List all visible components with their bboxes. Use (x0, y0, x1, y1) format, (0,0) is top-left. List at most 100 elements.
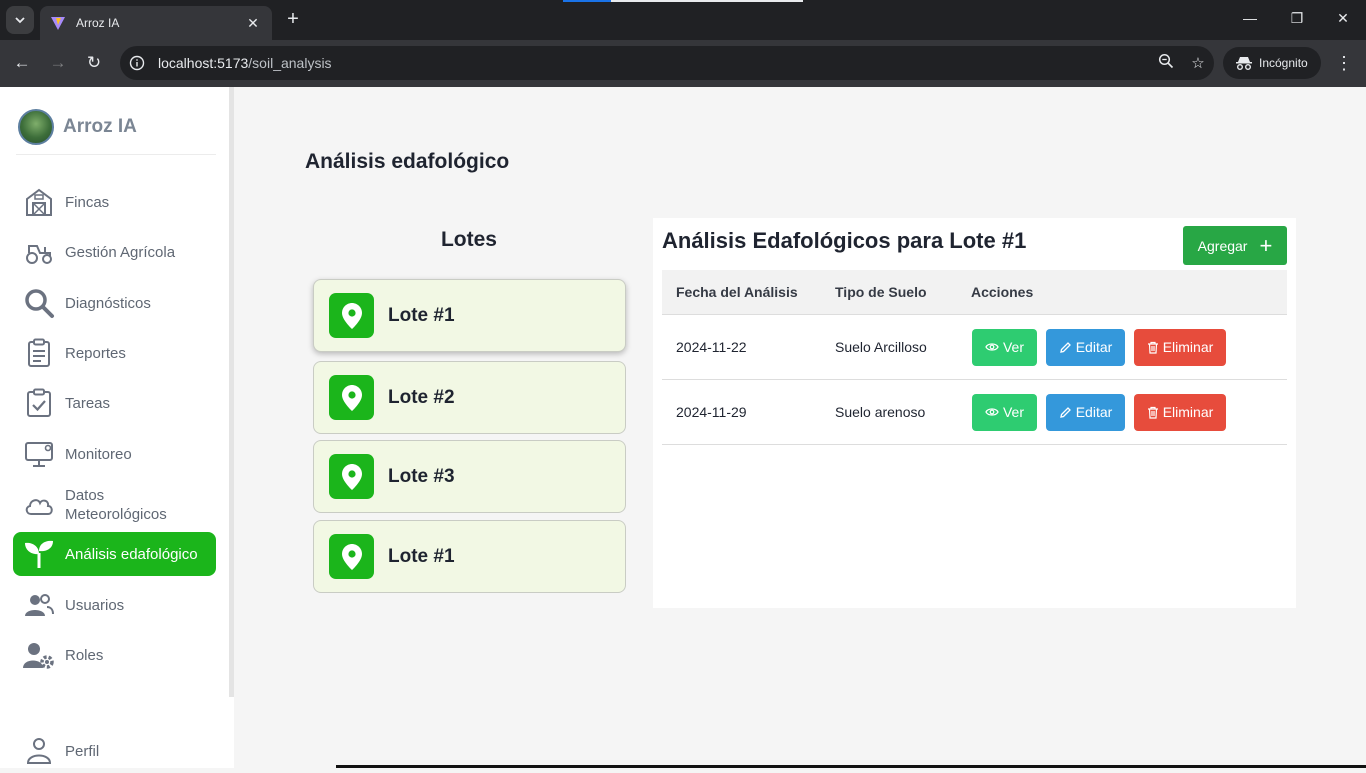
map-pin-icon (329, 534, 374, 579)
map-pin-icon (329, 375, 374, 420)
browser-tab[interactable]: Arroz IA ✕ (40, 6, 272, 40)
pencil-icon (1059, 406, 1071, 418)
lote-name: Lote #1 (388, 545, 455, 567)
cloud-icon (23, 489, 55, 521)
brand-logo (18, 109, 54, 145)
view-button[interactable]: Ver (972, 393, 1037, 431)
row-actions: Ver Editar Eliminar (958, 328, 1287, 366)
barn-icon (23, 186, 55, 218)
sidebar-item-roles[interactable]: Roles (13, 633, 216, 677)
new-tab-button[interactable]: + (282, 9, 304, 31)
row-actions: Ver Editar Eliminar (958, 393, 1287, 431)
sidebar-item-label: Perfil (65, 742, 100, 760)
sidebar: Arroz IA Fincas Gestión Agrícola Diagnós… (0, 87, 234, 768)
eye-icon (985, 408, 999, 416)
trash-icon (1147, 341, 1158, 354)
zoom-icon[interactable] (1150, 53, 1182, 73)
loading-indicator (563, 0, 803, 2)
sidebar-item-usuarios[interactable]: Usuarios (13, 583, 216, 627)
sidebar-item-label: Fincas (65, 193, 110, 211)
incognito-badge[interactable]: Incógnito (1223, 47, 1321, 79)
brand[interactable]: Arroz IA (18, 109, 137, 145)
view-label: Ver (1002, 404, 1024, 420)
trash-icon (1147, 406, 1158, 419)
browser-menu-icon[interactable]: ⋮ (1334, 52, 1354, 76)
back-arrow-icon[interactable]: ← (10, 52, 34, 76)
chevron-down-icon (15, 17, 25, 24)
sidebar-item-label: Gestión Agrícola (65, 243, 176, 261)
delete-label: Eliminar (1162, 404, 1214, 420)
table-header: Fecha del Análisis Tipo de Suelo Accione… (662, 270, 1287, 315)
app-root: Arroz IA Fincas Gestión Agrícola Diagnós… (0, 87, 1366, 768)
table-row: 2024-11-29 Suelo arenoso Ver Editar Elim… (662, 380, 1287, 445)
sidebar-item-analisis-edafologico[interactable]: Análisis edafológico (13, 532, 216, 576)
lote-card[interactable]: Lote #1 (313, 279, 626, 352)
restore-icon[interactable]: ❐ (1287, 10, 1307, 27)
analysis-title: Análisis Edafológicos para Lote #1 (662, 228, 1027, 253)
lotes-title: Lotes (440, 228, 497, 251)
user-gear-icon (23, 639, 55, 671)
lotes-panel: Lotes Lote #1 Lote #2 Lote #3 Lote #1 (305, 218, 633, 598)
address-bar[interactable]: localhost:5173/soil_analysis ☆ (120, 46, 1214, 80)
map-pin-icon (329, 293, 374, 338)
add-analysis-button[interactable]: Agregar + (1183, 226, 1287, 265)
sidebar-item-label: Análisis edafológico (65, 545, 198, 563)
tab-title: Arroz IA (76, 16, 120, 30)
view-label: Ver (1002, 339, 1024, 355)
edit-button[interactable]: Editar (1046, 393, 1125, 431)
delete-button[interactable]: Eliminar (1134, 393, 1226, 431)
add-button-label: Agregar (1197, 237, 1248, 254)
lote-name: Lote #1 (388, 304, 455, 326)
sidebar-item-fincas[interactable]: Fincas (13, 180, 216, 224)
site-info-icon[interactable] (124, 50, 150, 76)
eye-icon (985, 343, 999, 351)
sidebar-item-label: Reportes (65, 344, 126, 362)
analysis-date: 2024-11-22 (676, 339, 747, 355)
edit-label: Editar (1075, 339, 1113, 355)
lote-card[interactable]: Lote #3 (313, 440, 626, 513)
lote-card[interactable]: Lote #2 (313, 361, 626, 434)
tab-search-button[interactable] (6, 6, 34, 34)
sidebar-scrollbar[interactable] (229, 87, 234, 697)
minimize-icon[interactable]: — (1240, 10, 1260, 26)
lote-name: Lote #3 (388, 465, 455, 487)
view-button[interactable]: Ver (972, 328, 1037, 366)
table-row: 2024-11-22 Suelo Arcilloso Ver Editar El… (662, 315, 1287, 380)
sidebar-item-label: Roles (65, 646, 104, 664)
analysis-panel: Análisis Edafológicos para Lote #1 Agreg… (653, 218, 1296, 608)
soil-type: Suelo Arcilloso (835, 339, 927, 355)
edit-label: Editar (1075, 404, 1113, 420)
delete-label: Eliminar (1162, 339, 1214, 355)
edit-button[interactable]: Editar (1046, 328, 1125, 366)
sidebar-item-label: Datos Meteorológicos (65, 487, 167, 523)
sidebar-item-diagnosticos[interactable]: Diagnósticos (13, 281, 216, 325)
close-window-icon[interactable]: ✕ (1333, 10, 1353, 27)
vite-logo-icon (51, 17, 65, 30)
sprout-icon (23, 538, 55, 570)
forward-arrow-icon[interactable]: → (46, 52, 70, 76)
delete-button[interactable]: Eliminar (1134, 328, 1226, 366)
lote-name: Lote #2 (388, 386, 455, 408)
clipboard-icon (23, 337, 55, 369)
sidebar-item-reportes[interactable]: Reportes (13, 331, 216, 375)
brand-name: Arroz IA (63, 116, 137, 137)
sidebar-item-monitoreo[interactable]: Monitoreo (13, 432, 216, 476)
close-tab-icon[interactable]: ✕ (244, 15, 262, 32)
pencil-icon (1059, 341, 1071, 353)
column-header: Fecha del Análisis (676, 284, 798, 300)
lote-card[interactable]: Lote #1 (313, 520, 626, 593)
sidebar-item-perfil[interactable]: Perfil (13, 729, 216, 773)
incognito-icon (1236, 57, 1252, 70)
analysis-table: Fecha del Análisis Tipo de Suelo Accione… (662, 270, 1287, 445)
browser-toolbar: ← → ↻ localhost:5173/soil_analysis ☆ Inc… (0, 40, 1366, 87)
soil-type: Suelo arenoso (835, 404, 926, 420)
bookmark-star-icon[interactable]: ☆ (1182, 54, 1214, 72)
sidebar-item-gestion-agricola[interactable]: Gestión Agrícola (13, 230, 216, 274)
monitor-icon (23, 438, 55, 470)
reload-icon[interactable]: ↻ (82, 52, 106, 76)
sidebar-item-datos-meteorologicos[interactable]: Datos Meteorológicos (13, 483, 216, 527)
sidebar-item-tareas[interactable]: Tareas (13, 381, 216, 425)
sidebar-item-label: Monitoreo (65, 445, 132, 463)
divider (16, 154, 216, 155)
url-text[interactable]: localhost:5173/soil_analysis (158, 55, 1150, 71)
